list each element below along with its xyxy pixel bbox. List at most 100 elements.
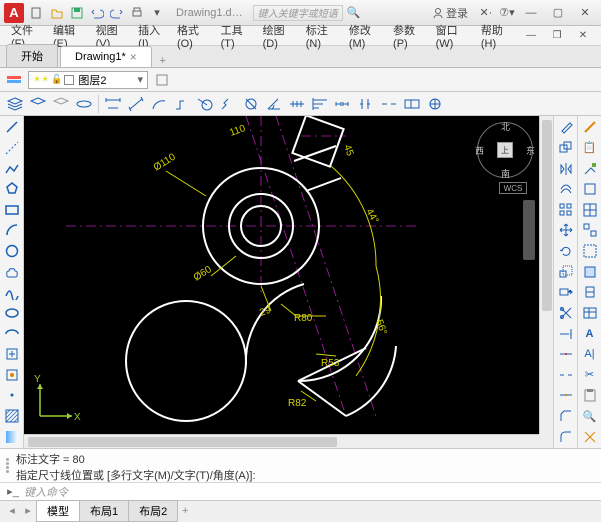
- erase-icon[interactable]: [556, 118, 576, 137]
- hatch-icon[interactable]: [2, 407, 22, 426]
- tab-start[interactable]: 开始: [6, 44, 58, 67]
- join-icon[interactable]: [556, 386, 576, 405]
- break-icon[interactable]: [556, 366, 576, 385]
- spline-icon[interactable]: [2, 283, 22, 302]
- exchange-icon[interactable]: ✕·: [477, 4, 495, 22]
- text-icon[interactable]: A|: [580, 345, 600, 364]
- print-icon[interactable]: [128, 4, 146, 22]
- dim-aligned-icon[interactable]: [125, 94, 147, 114]
- minimize-button[interactable]: —: [519, 4, 543, 22]
- polygon-icon[interactable]: [2, 180, 22, 199]
- nav-bar-toggle[interactable]: [523, 200, 535, 260]
- menu-tools[interactable]: 工具(T): [216, 22, 258, 50]
- chamfer-icon[interactable]: [556, 407, 576, 426]
- select-similar-icon[interactable]: [580, 201, 600, 220]
- table-icon[interactable]: [580, 304, 600, 323]
- mirror-icon[interactable]: [556, 159, 576, 178]
- match-properties-icon[interactable]: [580, 159, 600, 178]
- ungroup-icon[interactable]: [580, 242, 600, 261]
- dim-ordinate-icon[interactable]: [171, 94, 193, 114]
- tab-drawing1[interactable]: Drawing1*×: [60, 46, 152, 67]
- layer-selector[interactable]: ☀ ☀ 🔓 图层2 ▾: [28, 71, 148, 89]
- circle-icon[interactable]: [2, 242, 22, 261]
- menu-modify[interactable]: 修改(M): [344, 22, 388, 50]
- tab-layout1[interactable]: 布局1: [79, 500, 129, 522]
- search-icon[interactable]: 🔍: [345, 4, 363, 22]
- tab-add-layout-icon[interactable]: +: [177, 505, 193, 517]
- move-icon[interactable]: [556, 221, 576, 240]
- arc-icon[interactable]: [2, 221, 22, 240]
- dim-diameter-icon[interactable]: [240, 94, 262, 114]
- cut-icon[interactable]: ✂: [580, 366, 600, 385]
- tab-layout2[interactable]: 布局2: [128, 500, 178, 522]
- doc-close-button[interactable]: ✕: [571, 27, 595, 45]
- layers-stack-icon[interactable]: [4, 94, 26, 114]
- undo-icon[interactable]: [88, 4, 106, 22]
- search-input[interactable]: 键入关键字或短语: [253, 5, 343, 21]
- insert-block-icon[interactable]: [2, 345, 22, 364]
- group-icon[interactable]: [580, 221, 600, 240]
- tab-close-icon[interactable]: ×: [130, 50, 137, 64]
- scrollbar-horizontal[interactable]: [24, 434, 539, 448]
- ellipse-icon[interactable]: [2, 304, 22, 323]
- copy-icon[interactable]: [556, 139, 576, 158]
- menu-draw[interactable]: 绘图(D): [258, 22, 301, 50]
- layer-states-icon[interactable]: [152, 70, 172, 90]
- layer-freeze-icon[interactable]: [50, 94, 72, 114]
- line-icon[interactable]: [2, 118, 22, 137]
- polyline-icon[interactable]: [2, 159, 22, 178]
- dim-continue-icon[interactable]: [332, 94, 354, 114]
- view-cube-top[interactable]: 上: [497, 142, 513, 158]
- fillet-icon[interactable]: [556, 427, 576, 446]
- drawing-canvas[interactable]: Ø110 Ø60 44° 56° R80 R53 R82 29 110 45 Y…: [24, 116, 553, 448]
- trim-icon[interactable]: [556, 304, 576, 323]
- command-input[interactable]: ▸_ 键入命令: [0, 482, 601, 500]
- dim-space-icon[interactable]: [355, 94, 377, 114]
- tab-add-button[interactable]: +: [154, 55, 172, 67]
- paste-icon[interactable]: [580, 386, 600, 405]
- dim-arc-icon[interactable]: [148, 94, 170, 114]
- center-mark-icon[interactable]: [424, 94, 446, 114]
- region-icon[interactable]: [580, 283, 600, 302]
- layer-off-icon[interactable]: [27, 94, 49, 114]
- save-icon[interactable]: [68, 4, 86, 22]
- menu-format[interactable]: 格式(O): [172, 22, 216, 50]
- gradient-icon[interactable]: [2, 427, 22, 446]
- tab-scroll-left-icon[interactable]: ◂: [4, 504, 20, 517]
- login-button[interactable]: 登录: [432, 5, 468, 21]
- construction-line-icon[interactable]: [2, 139, 22, 158]
- view-cube[interactable]: 上 北 南 东 西: [477, 122, 533, 178]
- doc-restore-button[interactable]: ❐: [545, 27, 569, 45]
- rectangle-icon[interactable]: [2, 201, 22, 220]
- maximize-button[interactable]: ▢: [546, 4, 570, 22]
- layer-isolate-icon[interactable]: [73, 94, 95, 114]
- dim-jogged-icon[interactable]: [217, 94, 239, 114]
- help-dropdown-icon[interactable]: ⑦▾: [498, 4, 516, 22]
- tab-model[interactable]: 模型: [36, 500, 80, 522]
- dim-baseline-icon[interactable]: [309, 94, 331, 114]
- dim-angular-icon[interactable]: [263, 94, 285, 114]
- redo-icon[interactable]: [108, 4, 126, 22]
- cmd-grip-icon[interactable]: [6, 451, 16, 480]
- layer-properties-icon[interactable]: [4, 70, 24, 90]
- properties-icon[interactable]: 📋: [580, 139, 600, 158]
- open-icon[interactable]: [48, 4, 66, 22]
- revision-cloud-icon[interactable]: [2, 262, 22, 281]
- wcs-label[interactable]: WCS: [499, 182, 527, 194]
- explode-icon[interactable]: [580, 427, 600, 446]
- tolerance-icon[interactable]: [401, 94, 423, 114]
- array-icon[interactable]: [556, 201, 576, 220]
- tab-scroll-right-icon[interactable]: ▸: [20, 504, 36, 517]
- dim-radius-icon[interactable]: [194, 94, 216, 114]
- ellipse-arc-icon[interactable]: [2, 324, 22, 343]
- new-icon[interactable]: [28, 4, 46, 22]
- break-at-point-icon[interactable]: [556, 345, 576, 364]
- extend-icon[interactable]: [556, 324, 576, 343]
- multiline-text-icon[interactable]: A: [580, 324, 600, 343]
- doc-minimize-button[interactable]: —: [519, 27, 543, 45]
- scale-icon[interactable]: [556, 262, 576, 281]
- stretch-icon[interactable]: [556, 283, 576, 302]
- find-icon[interactable]: 🔍: [580, 407, 600, 426]
- scrollbar-vertical[interactable]: [539, 116, 553, 434]
- menu-param[interactable]: 参数(P): [388, 22, 431, 50]
